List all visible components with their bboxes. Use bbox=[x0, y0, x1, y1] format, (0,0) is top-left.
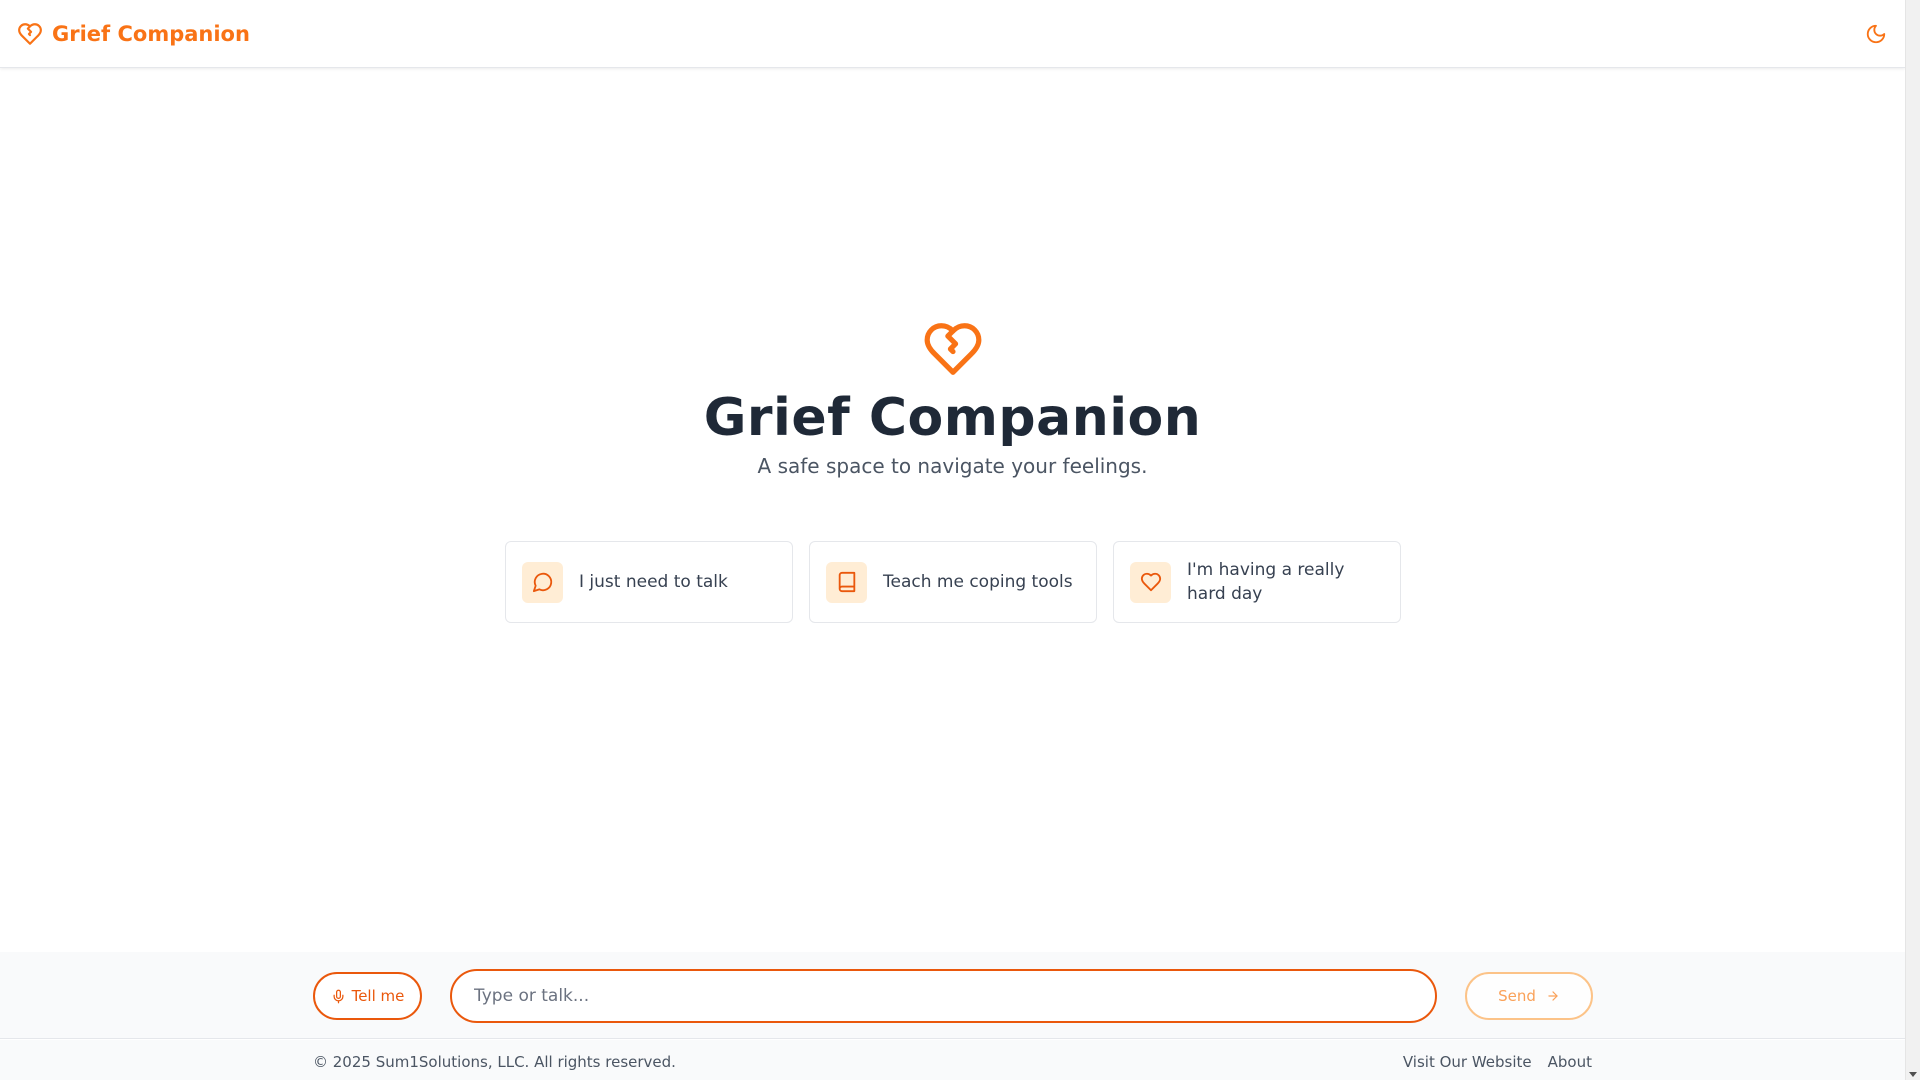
heart-crack-icon bbox=[17, 21, 43, 47]
card-label: I just need to talk bbox=[579, 572, 728, 592]
scroll-down-arrow-icon[interactable] bbox=[1909, 1072, 1917, 1077]
card-just-need-to-talk[interactable]: I just need to talk bbox=[505, 541, 793, 623]
copyright-text: © 2025 Sum1Solutions, LLC. All rights re… bbox=[313, 1053, 676, 1071]
brand-name: Grief Companion bbox=[52, 21, 250, 46]
heart-icon bbox=[1130, 561, 1171, 603]
moon-icon[interactable] bbox=[1865, 23, 1887, 45]
arrow-right-icon bbox=[1546, 989, 1560, 1003]
brand[interactable]: Grief Companion bbox=[17, 21, 250, 47]
microphone-icon bbox=[331, 989, 346, 1004]
app-root: Grief Companion Grief Companion A safe s… bbox=[0, 0, 1905, 1080]
card-label: Teach me coping tools bbox=[883, 572, 1073, 592]
tell-me-button[interactable]: Tell me bbox=[313, 972, 422, 1020]
page-subtitle: A safe space to navigate your feelings. bbox=[757, 454, 1148, 478]
card-coping-tools[interactable]: Teach me coping tools bbox=[809, 541, 1097, 623]
visit-website-link[interactable]: Visit Our Website bbox=[1403, 1053, 1532, 1071]
page-title: Grief Companion bbox=[703, 388, 1202, 448]
message-input[interactable] bbox=[450, 969, 1437, 1023]
heart-crack-icon bbox=[922, 318, 984, 380]
tell-me-label: Tell me bbox=[351, 987, 405, 1005]
card-label: I'm having a really hard day bbox=[1187, 560, 1345, 604]
book-icon bbox=[826, 561, 867, 603]
page-scrollbar[interactable] bbox=[1905, 0, 1920, 1080]
hero: Grief Companion A safe space to navigate… bbox=[0, 318, 1905, 478]
card-hard-day[interactable]: I'm having a really hard day bbox=[1113, 541, 1401, 623]
chat-input-bar: Tell me Send bbox=[0, 952, 1905, 1039]
about-link[interactable]: About bbox=[1548, 1053, 1592, 1071]
send-label: Send bbox=[1498, 987, 1536, 1005]
suggestion-cards: I just need to talk Teach me coping tool… bbox=[505, 541, 1401, 623]
footer: © 2025 Sum1Solutions, LLC. All rights re… bbox=[0, 1040, 1905, 1080]
footer-links: Visit Our Website About bbox=[1403, 1053, 1592, 1071]
message-circle-icon bbox=[522, 561, 563, 603]
send-button[interactable]: Send bbox=[1465, 972, 1593, 1020]
top-header: Grief Companion bbox=[0, 0, 1905, 68]
